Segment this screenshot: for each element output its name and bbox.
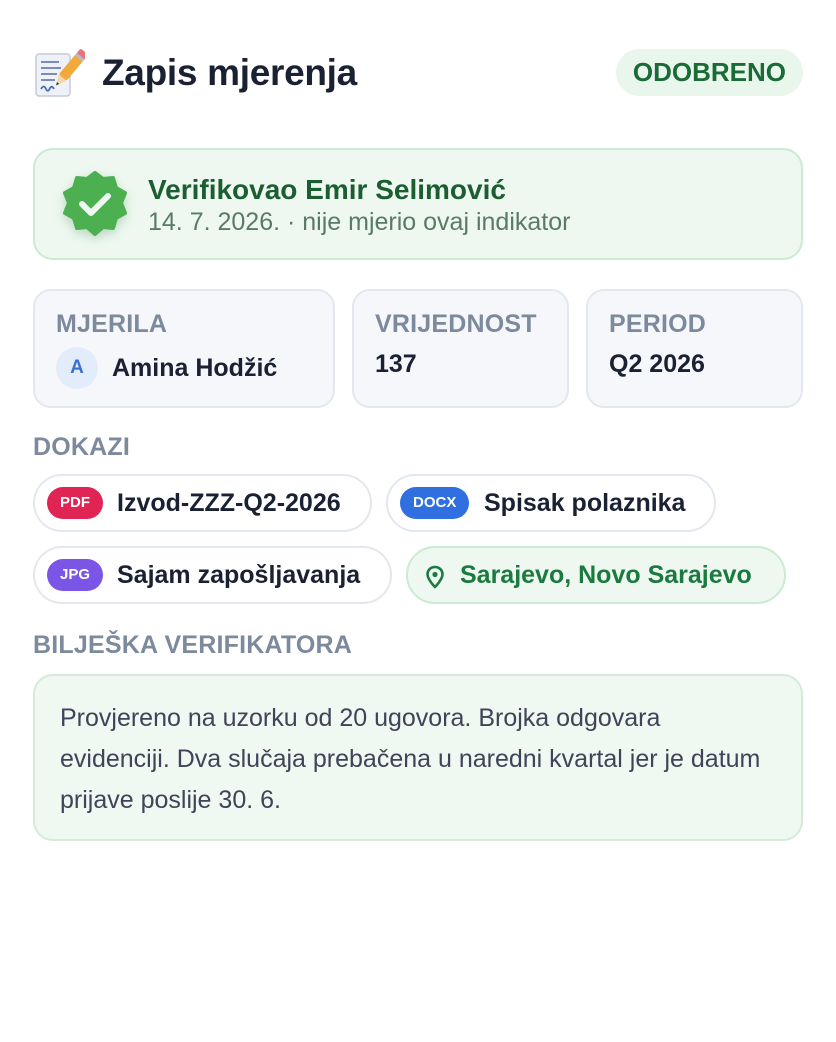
file-type-badge: DOCX (400, 487, 470, 519)
header: Zapis mjerenja ODOBRENO (33, 46, 803, 98)
file-name: Spisak polaznika (484, 489, 686, 517)
note-text: Provjereno na uzorku od 20 ugovora. Broj… (60, 704, 761, 814)
measured-value: 137 (375, 350, 417, 378)
verifier-title: Verifikovao Emir Selimović (148, 174, 506, 205)
file-type-badge: JPG (47, 559, 104, 591)
evidence-file-jpg[interactable]: JPG Sajam zapošljavanja (33, 546, 392, 604)
location-name: Sarajevo, Novo Sarajevo (460, 561, 752, 589)
period-label: PERIOD (609, 310, 707, 338)
evidence-file-pdf[interactable]: PDF Izvod-ZZZ-Q2-2026 (33, 474, 372, 532)
measurement-record-page: Zapis mjerenja ODOBRENO Verifikovao Emir… (0, 0, 836, 1042)
value-card: VRIJEDNOST 137 (352, 289, 569, 408)
measured-by-card: MJERILA A Amina Hodžić (33, 289, 335, 408)
verified-badge-icon (63, 171, 127, 236)
evidence-label: DOKAZI (33, 433, 131, 461)
page-title: Zapis mjerenja (102, 52, 357, 93)
memo-icon (35, 49, 85, 97)
verifier-note: Provjereno na uzorku od 20 ugovora. Broj… (33, 674, 803, 841)
measured-by-name: Amina Hodžić (112, 354, 278, 382)
measured-by-label: MJERILA (56, 310, 168, 338)
location-chip[interactable]: Sarajevo, Novo Sarajevo (406, 546, 786, 604)
avatar: A (56, 347, 98, 389)
verification-banner: Verifikovao Emir Selimović 14. 7. 2026. … (33, 148, 803, 260)
file-name: Sajam zapošljavanja (117, 561, 361, 589)
value-label: VRIJEDNOST (375, 310, 537, 338)
evidence-file-docx[interactable]: DOCX Spisak polaznika (386, 474, 716, 532)
period-value: Q2 2026 (609, 350, 705, 378)
map-pin-icon (426, 565, 444, 589)
verification-details: 14. 7. 2026. · nije mjerio ovaj indikato… (148, 208, 571, 236)
file-type-badge: PDF (47, 487, 103, 519)
note-label: BILJEŠKA VERIFIKATORA (33, 631, 353, 659)
period-card: PERIOD Q2 2026 (586, 289, 803, 408)
file-name: Izvod-ZZZ-Q2-2026 (117, 489, 341, 517)
status-badge: ODOBRENO (615, 49, 803, 96)
